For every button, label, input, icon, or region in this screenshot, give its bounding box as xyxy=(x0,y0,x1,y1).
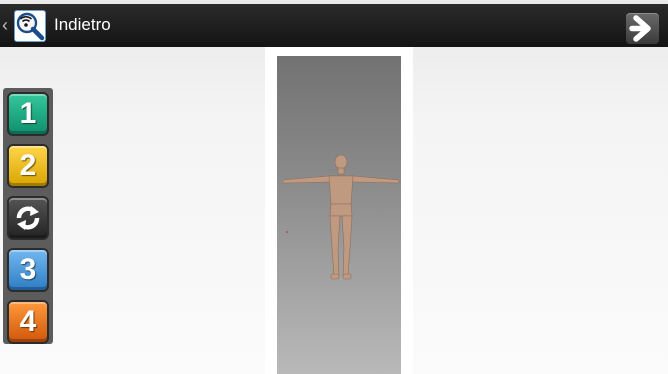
human-figure-model[interactable] xyxy=(283,152,401,284)
back-chevron-icon[interactable]: ‹ xyxy=(2,16,12,34)
next-button[interactable] xyxy=(626,13,659,44)
level-4-button[interactable]: 4 xyxy=(7,300,49,344)
level-2-button[interactable]: 2 xyxy=(7,144,49,188)
top-bar: ‹ Indietro xyxy=(0,4,668,47)
refresh-icon xyxy=(16,206,40,230)
level-1-button[interactable]: 1 xyxy=(7,92,49,136)
magnifier-wifi-icon[interactable] xyxy=(14,10,46,42)
level-3-button[interactable]: 3 xyxy=(7,248,49,292)
page-title[interactable]: Indietro xyxy=(54,13,111,37)
refresh-button[interactable] xyxy=(7,196,49,240)
arrow-right-icon xyxy=(629,15,651,42)
level-button-panel: 1 2 3 4 xyxy=(3,88,53,344)
